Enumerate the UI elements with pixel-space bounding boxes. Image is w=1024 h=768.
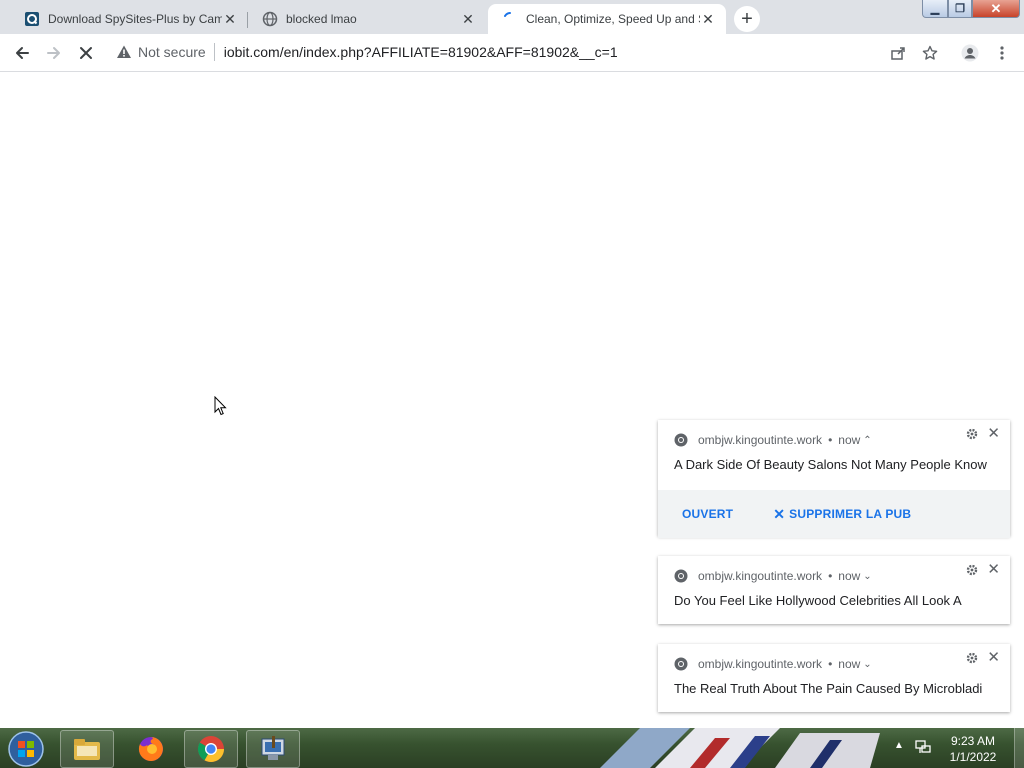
address-divider — [213, 43, 215, 61]
globe-icon — [262, 11, 278, 27]
gear-icon[interactable] — [966, 564, 978, 576]
network-icon[interactable] — [914, 738, 932, 756]
taskbar-control-panel[interactable] — [246, 730, 300, 768]
control-panel-icon — [261, 736, 285, 760]
tab-blocked[interactable]: blocked lmao ✕ — [248, 4, 486, 34]
tab-spysites[interactable]: Download SpySites-Plus by Camt ✕ — [10, 4, 248, 34]
notification-card[interactable]: ombjw.kingoutinte.work • now ⌄ ✕ The Rea… — [658, 644, 1010, 712]
notification-time: now — [838, 657, 861, 671]
tab-title: Clean, Optimize, Speed Up and S — [526, 12, 700, 26]
minimize-button[interactable]: ▁ — [922, 0, 948, 18]
tab-iobit[interactable]: Clean, Optimize, Speed Up and S ✕ — [488, 4, 726, 34]
taskbar-clock[interactable]: 9:23 AM 1/1/2022 — [940, 733, 1006, 765]
stop-x-icon — [80, 47, 92, 59]
tab-close-icon[interactable]: ✕ — [460, 11, 476, 27]
restore-button[interactable]: ❐ — [948, 0, 972, 18]
new-tab-button[interactable]: + — [734, 6, 760, 32]
star-icon — [922, 45, 938, 60]
close-icon[interactable]: ✕ — [987, 426, 1000, 442]
menu-button[interactable] — [988, 39, 1016, 67]
chevron-up-icon[interactable]: ⌃ — [863, 435, 871, 446]
back-button[interactable] — [8, 39, 36, 67]
window-controls: ▁ ❐ ✕ — [922, 0, 1022, 20]
spysites-icon — [24, 11, 40, 27]
avatar-icon — [961, 44, 979, 62]
close-window-button[interactable]: ✕ — [972, 0, 1020, 18]
url-text[interactable]: iobit.com/en/index.php?AFFILIATE=81902&A… — [224, 44, 618, 60]
separator-dot: • — [828, 433, 833, 447]
bookmark-button[interactable] — [916, 39, 944, 67]
chrome-icon — [674, 433, 688, 447]
loading-spinner-icon — [502, 11, 518, 27]
taskbar-explorer[interactable] — [60, 730, 114, 768]
windows-start-icon — [8, 731, 44, 767]
notification-header: ombjw.kingoutinte.work • now ⌄ — [674, 568, 872, 584]
windows-explorer-icon — [74, 739, 100, 760]
dismiss-ad-label: SUPPRIMER LA PUB — [789, 507, 912, 521]
notification-source: ombjw.kingoutinte.work — [698, 569, 823, 583]
tab-close-icon[interactable]: ✕ — [700, 11, 716, 27]
kebab-menu-icon — [1000, 46, 1004, 60]
show-hidden-icons-icon[interactable]: ▲ — [894, 740, 904, 751]
page-viewport[interactable] — [0, 72, 1024, 728]
chrome-icon — [674, 569, 688, 583]
wallpaper-decoration — [600, 728, 880, 768]
start-button[interactable] — [4, 730, 48, 768]
notification-actions: OUVERT ✕ SUPPRIMER LA PUB — [658, 490, 1010, 538]
notification-header: ombjw.kingoutinte.work • now ⌄ — [674, 656, 872, 672]
tab-title: Download SpySites-Plus by Camt — [48, 12, 222, 26]
separator-dot: • — [828, 569, 833, 583]
notification-card[interactable]: ombjw.kingoutinte.work • now ⌄ ✕ Do You … — [658, 556, 1010, 624]
gear-icon[interactable] — [966, 428, 978, 440]
profile-button[interactable] — [956, 39, 984, 67]
open-button[interactable]: OUVERT — [682, 507, 733, 521]
close-icon[interactable]: ✕ — [987, 562, 1000, 578]
minimize-icon: ▁ — [930, 3, 940, 15]
notification-card[interactable]: ombjw.kingoutinte.work • now ⌃ ✕ A Dark … — [658, 420, 1010, 538]
dismiss-ad-button[interactable]: ✕ SUPPRIMER LA PUB — [773, 506, 911, 523]
notification-message: Do You Feel Like Hollywood Celebrities A… — [674, 593, 962, 608]
security-status-label[interactable]: Not secure — [138, 44, 206, 60]
mouse-cursor-icon — [214, 396, 227, 416]
close-icon[interactable]: ✕ — [987, 650, 1000, 666]
clock-time: 9:23 AM — [950, 734, 996, 748]
chevron-down-icon[interactable]: ⌄ — [863, 659, 871, 670]
clock-date: 1/1/2022 — [949, 750, 997, 764]
gear-icon[interactable] — [966, 652, 978, 664]
forward-button[interactable] — [40, 39, 68, 67]
share-button[interactable] — [884, 39, 912, 67]
notification-header: ombjw.kingoutinte.work • now ⌃ — [674, 432, 872, 448]
separator-dot: • — [828, 657, 833, 671]
browser-toolbar: Not secure iobit.com/en/index.php?AFFILI… — [0, 34, 1024, 72]
taskbar-chrome[interactable] — [184, 730, 238, 768]
share-icon — [891, 47, 905, 60]
show-desktop-button[interactable] — [1014, 728, 1024, 768]
arrow-left-icon — [16, 47, 29, 59]
notification-time: now — [838, 569, 861, 583]
notification-message: A Dark Side Of Beauty Salons Not Many Pe… — [674, 457, 987, 472]
notification-source: ombjw.kingoutinte.work — [698, 433, 823, 447]
chrome-icon — [674, 657, 688, 671]
notification-message: The Real Truth About The Pain Caused By … — [674, 681, 983, 696]
chrome-icon — [197, 736, 225, 763]
tab-title: blocked lmao — [286, 12, 357, 26]
plus-icon: + — [741, 8, 753, 30]
tab-close-icon[interactable]: ✕ — [222, 11, 238, 27]
arrow-right-icon — [47, 47, 60, 59]
restore-icon: ❐ — [955, 3, 965, 15]
notification-source: ombjw.kingoutinte.work — [698, 657, 823, 671]
taskbar-firefox[interactable] — [124, 730, 178, 768]
close-icon: ✕ — [990, 0, 1002, 16]
close-icon: ✕ — [773, 505, 786, 522]
chevron-down-icon[interactable]: ⌄ — [863, 571, 871, 582]
firefox-icon — [138, 737, 163, 761]
address-bar[interactable]: Not secure iobit.com/en/index.php?AFFILI… — [110, 38, 880, 66]
warning-icon[interactable] — [116, 44, 132, 60]
notification-time: now — [838, 433, 861, 447]
stop-loading-button[interactable] — [72, 39, 100, 67]
